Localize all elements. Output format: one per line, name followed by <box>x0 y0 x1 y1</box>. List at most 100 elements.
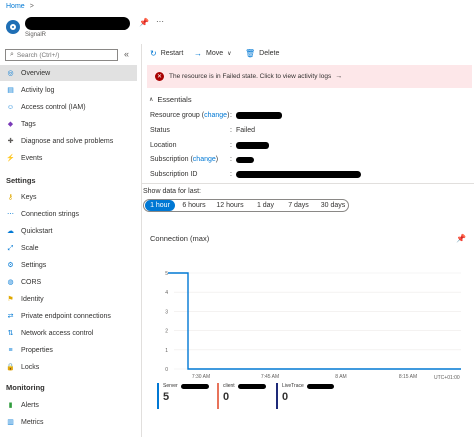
legend-series-name: Server <box>163 383 178 389</box>
delete-label: Delete <box>259 50 280 57</box>
subscription-text: Subscription ( <box>150 156 193 163</box>
sidebar-item-scale[interactable]: ⤢ Scale <box>0 240 137 256</box>
chevron-down-icon: ∨ <box>227 51 232 57</box>
chart-y-tick-label: 5 <box>165 271 168 277</box>
settings-header: Settings <box>6 176 36 185</box>
error-icon: ✕ <box>155 72 164 81</box>
time-range-option-1-day[interactable]: 1 day <box>252 200 279 211</box>
chevron-up-icon: ∧ <box>149 97 154 103</box>
sidebar-item-activity-log[interactable]: ▤ Activity log <box>0 82 137 98</box>
resource-group-colon: : <box>230 112 232 119</box>
breadcrumb: Home > <box>6 3 34 10</box>
banner-arrow-icon: → <box>335 73 343 80</box>
time-range-option-30-days[interactable]: 30 days <box>318 200 348 211</box>
location-value: : <box>230 142 269 149</box>
status-label: Status <box>150 127 170 134</box>
delete-button[interactable]: 🗑 Delete <box>245 49 279 58</box>
essentials-divider <box>142 183 474 184</box>
sidebar-item-identity[interactable]: ⚑ Identity <box>0 291 137 307</box>
chart-y-tick-label: 4 <box>165 290 168 296</box>
sidebar-item-keys[interactable]: ⚷ Keys <box>0 189 137 205</box>
resource-group-label: Resource group (change) <box>150 112 229 119</box>
sidebar-item-settings[interactable]: ⚙ Settings <box>0 257 137 273</box>
time-range-option-6-hours[interactable]: 6 hours <box>178 200 210 211</box>
lightning-icon: ⚡ <box>6 154 15 162</box>
subscription-value: : <box>230 156 254 163</box>
chart-series-group <box>168 272 461 370</box>
resource-group-redacted[interactable] <box>235 112 282 119</box>
sidebar-item-alerts[interactable]: ▮ Alerts <box>0 397 137 413</box>
time-range-label: Show data for last: <box>143 188 201 195</box>
sidebar-item-label: Alerts <box>21 401 39 409</box>
legend-resource-redacted <box>306 383 334 389</box>
sidebar-item-tags[interactable]: ◆ Tags <box>0 116 137 132</box>
wrench-icon: ✚ <box>7 137 14 145</box>
subscription-change-link[interactable]: change <box>193 156 216 163</box>
move-button[interactable]: → Move ∨ <box>194 49 232 58</box>
resource-name-redacted <box>25 17 130 30</box>
search-box[interactable]: ⌕ <box>5 49 118 61</box>
endpoint-icon: ⇄ <box>7 312 14 320</box>
search-icon: ⌕ <box>10 51 14 58</box>
sidebar-item-diagnose-and-solve-problems[interactable]: ✚ Diagnose and solve problems <box>0 133 137 149</box>
key-icon: ⚷ <box>7 193 14 201</box>
sidebar-item-label: Diagnose and solve problems <box>21 137 114 145</box>
time-range-option-1-hour[interactable]: 1 hour <box>145 200 175 211</box>
chart-pin-icon[interactable]: 📌 <box>456 234 466 243</box>
move-label: Move <box>206 50 224 57</box>
chart-x-tick-labels: 7:30 AM 7:45 AM 8 AM 8:15 AM <box>192 374 417 380</box>
sidebar-item-locks[interactable]: 🔒 Locks <box>0 359 137 375</box>
location-redacted <box>235 142 269 149</box>
sidebar-item-private-endpoint-connections[interactable]: ⇄ Private endpoint connections <box>0 308 137 324</box>
more-options-icon[interactable]: ··· <box>156 17 164 26</box>
resource-group-value: : <box>230 112 282 119</box>
location-colon: : <box>230 142 232 149</box>
time-range-option-7-days[interactable]: 7 days <box>285 200 312 211</box>
failed-state-banner[interactable]: ✕ The resource is in Failed state. Click… <box>147 65 472 88</box>
identity-icon: ⚑ <box>7 295 14 303</box>
pin-icon[interactable]: 📌 <box>139 18 149 27</box>
sidebar-item-properties[interactable]: ≡ Properties <box>0 342 137 358</box>
subscription-redacted[interactable] <box>235 156 254 163</box>
tag-icon: ◆ <box>7 120 14 128</box>
monitoring-header: Monitoring <box>6 383 45 392</box>
signalr-logo-icon <box>6 20 20 34</box>
sidebar-item-label: CORS <box>21 278 42 286</box>
legend-item-client[interactable]: client 0 <box>217 383 275 409</box>
restart-button[interactable]: ↻ Restart <box>150 49 183 58</box>
sidebar-item-quickstart[interactable]: ☁ Quickstart <box>0 223 137 239</box>
breadcrumb-home-link[interactable]: Home <box>6 3 25 10</box>
sidebar-item-cors[interactable]: ◍ CORS <box>0 274 137 290</box>
sidebar-item-label: Identity <box>21 295 44 303</box>
chart-y-tick-label: 3 <box>165 309 168 315</box>
sidebar-item-label: Events <box>21 154 43 162</box>
status-colon: : <box>230 127 232 134</box>
essentials-toggle[interactable]: ∧ Essentials <box>149 95 192 104</box>
chart-grid <box>174 272 461 370</box>
sidebar-item-label: Properties <box>21 346 53 354</box>
sidebar-item-label: Network access control <box>21 329 94 337</box>
sidebar-item-overview[interactable]: ◎ Overview <box>0 65 137 81</box>
sidebar-item-events[interactable]: ⚡ Events <box>0 150 137 166</box>
collapse-menu-icon[interactable]: « <box>124 49 129 59</box>
lock-icon: 🔒 <box>6 363 15 371</box>
time-range-option-12-hours[interactable]: 12 hours <box>213 200 247 211</box>
arrow-right-icon: → <box>194 49 202 58</box>
resource-group-change-link[interactable]: change <box>204 112 227 119</box>
chart-y-tick-label: 1 <box>165 348 168 354</box>
sidebar-item-access-control-iam[interactable]: ☺ Access control (IAM) <box>0 99 137 115</box>
search-input[interactable] <box>16 51 112 59</box>
subscription-id-label: Subscription ID <box>150 171 198 178</box>
status-failed-text: Failed <box>235 127 256 134</box>
legend-item-server[interactable]: Server 5 <box>157 383 215 409</box>
sidebar-item-metrics[interactable]: ▥ Metrics <box>0 414 137 430</box>
chart-y-tick-label: 0 <box>165 367 168 373</box>
legend-series-value: 0 <box>223 391 230 403</box>
chart-series-server-line <box>168 272 461 370</box>
sidebar-item-network-access-control[interactable]: ⇅ Network access control <box>0 325 137 341</box>
subscription-id-value: : <box>230 171 361 178</box>
sidebar-item-connection-strings[interactable]: ⋯ Connection strings <box>0 206 137 222</box>
sidebar-item-label: Overview <box>21 69 51 77</box>
legend-item-livetrace[interactable]: LiveTrace 0 <box>276 383 334 409</box>
sidebar-item-label: Quickstart <box>21 227 53 235</box>
